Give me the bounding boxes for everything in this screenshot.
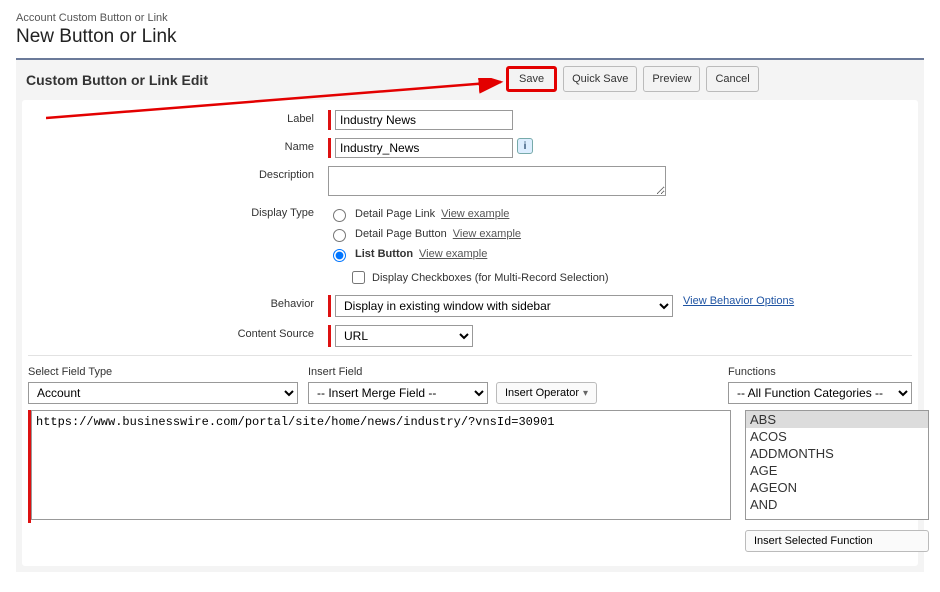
name-field-label: Name — [28, 138, 328, 153]
behavior-select[interactable]: Display in existing window with sidebar — [335, 295, 673, 317]
function-list-item[interactable]: AGE — [746, 462, 928, 479]
insert-field-label: Insert Field — [308, 366, 597, 378]
display-type-detail-button-text: Detail Page Button — [355, 228, 447, 240]
page-title: New Button or Link — [16, 26, 924, 48]
functions-category-select[interactable]: -- All Function Categories -- — [728, 382, 912, 404]
quick-save-button[interactable]: Quick Save — [563, 66, 637, 92]
display-type-detail-link-text: Detail Page Link — [355, 208, 435, 220]
display-type-list-button-text: List Button — [355, 248, 413, 260]
chevron-down-icon — [583, 387, 588, 399]
display-checkboxes-checkbox[interactable] — [352, 271, 365, 284]
content-source-select[interactable]: URL — [335, 325, 473, 347]
insert-selected-function-button[interactable]: Insert Selected Function — [745, 530, 929, 552]
label-input[interactable] — [335, 110, 513, 130]
edit-panel: Custom Button or Link Edit Save Quick Sa… — [16, 58, 924, 572]
view-example-link-1[interactable]: View example — [441, 208, 509, 220]
function-list-item[interactable]: AND — [746, 496, 928, 513]
select-field-type-label: Select Field Type — [28, 366, 298, 378]
field-type-select[interactable]: Account — [28, 382, 298, 404]
label-field-label: Label — [28, 110, 328, 125]
insert-field-select[interactable]: -- Insert Merge Field -- — [308, 382, 488, 404]
display-type-detail-link-radio[interactable] — [333, 209, 346, 222]
function-list-item[interactable]: ABS — [746, 411, 928, 428]
name-input[interactable] — [335, 138, 513, 158]
view-behavior-options-link[interactable]: View Behavior Options — [683, 295, 794, 307]
preview-button[interactable]: Preview — [643, 66, 700, 92]
url-code-textarea[interactable] — [31, 410, 731, 520]
functions-listbox[interactable]: ABSACOSADDMONTHSAGEAGEONAND — [745, 410, 929, 520]
content-source-label: Content Source — [28, 325, 328, 340]
view-example-link-3[interactable]: View example — [419, 248, 487, 260]
breadcrumb: Account Custom Button or Link — [16, 12, 924, 24]
display-checkboxes-label: Display Checkboxes (for Multi-Record Sel… — [372, 272, 609, 284]
display-type-list-button-radio[interactable] — [333, 249, 346, 262]
view-example-link-2[interactable]: View example — [453, 228, 521, 240]
functions-label: Functions — [728, 366, 912, 378]
function-list-item[interactable]: ADDMONTHS — [746, 445, 928, 462]
description-field-label: Description — [28, 166, 328, 181]
action-button-row: Save Quick Save Preview Cancel — [506, 66, 759, 92]
section-title: Custom Button or Link Edit — [26, 72, 208, 88]
save-button[interactable]: Save — [506, 66, 557, 92]
behavior-label: Behavior — [28, 295, 328, 310]
section-divider — [28, 355, 912, 356]
function-list-item[interactable]: ACOS — [746, 428, 928, 445]
cancel-button[interactable]: Cancel — [706, 66, 758, 92]
display-type-label: Display Type — [28, 204, 328, 219]
function-list-item[interactable]: AGEON — [746, 479, 928, 496]
description-textarea[interactable] — [328, 166, 666, 196]
display-type-detail-button-radio[interactable] — [333, 229, 346, 242]
insert-operator-button[interactable]: Insert Operator — [496, 382, 597, 404]
info-icon[interactable]: i — [517, 138, 533, 154]
